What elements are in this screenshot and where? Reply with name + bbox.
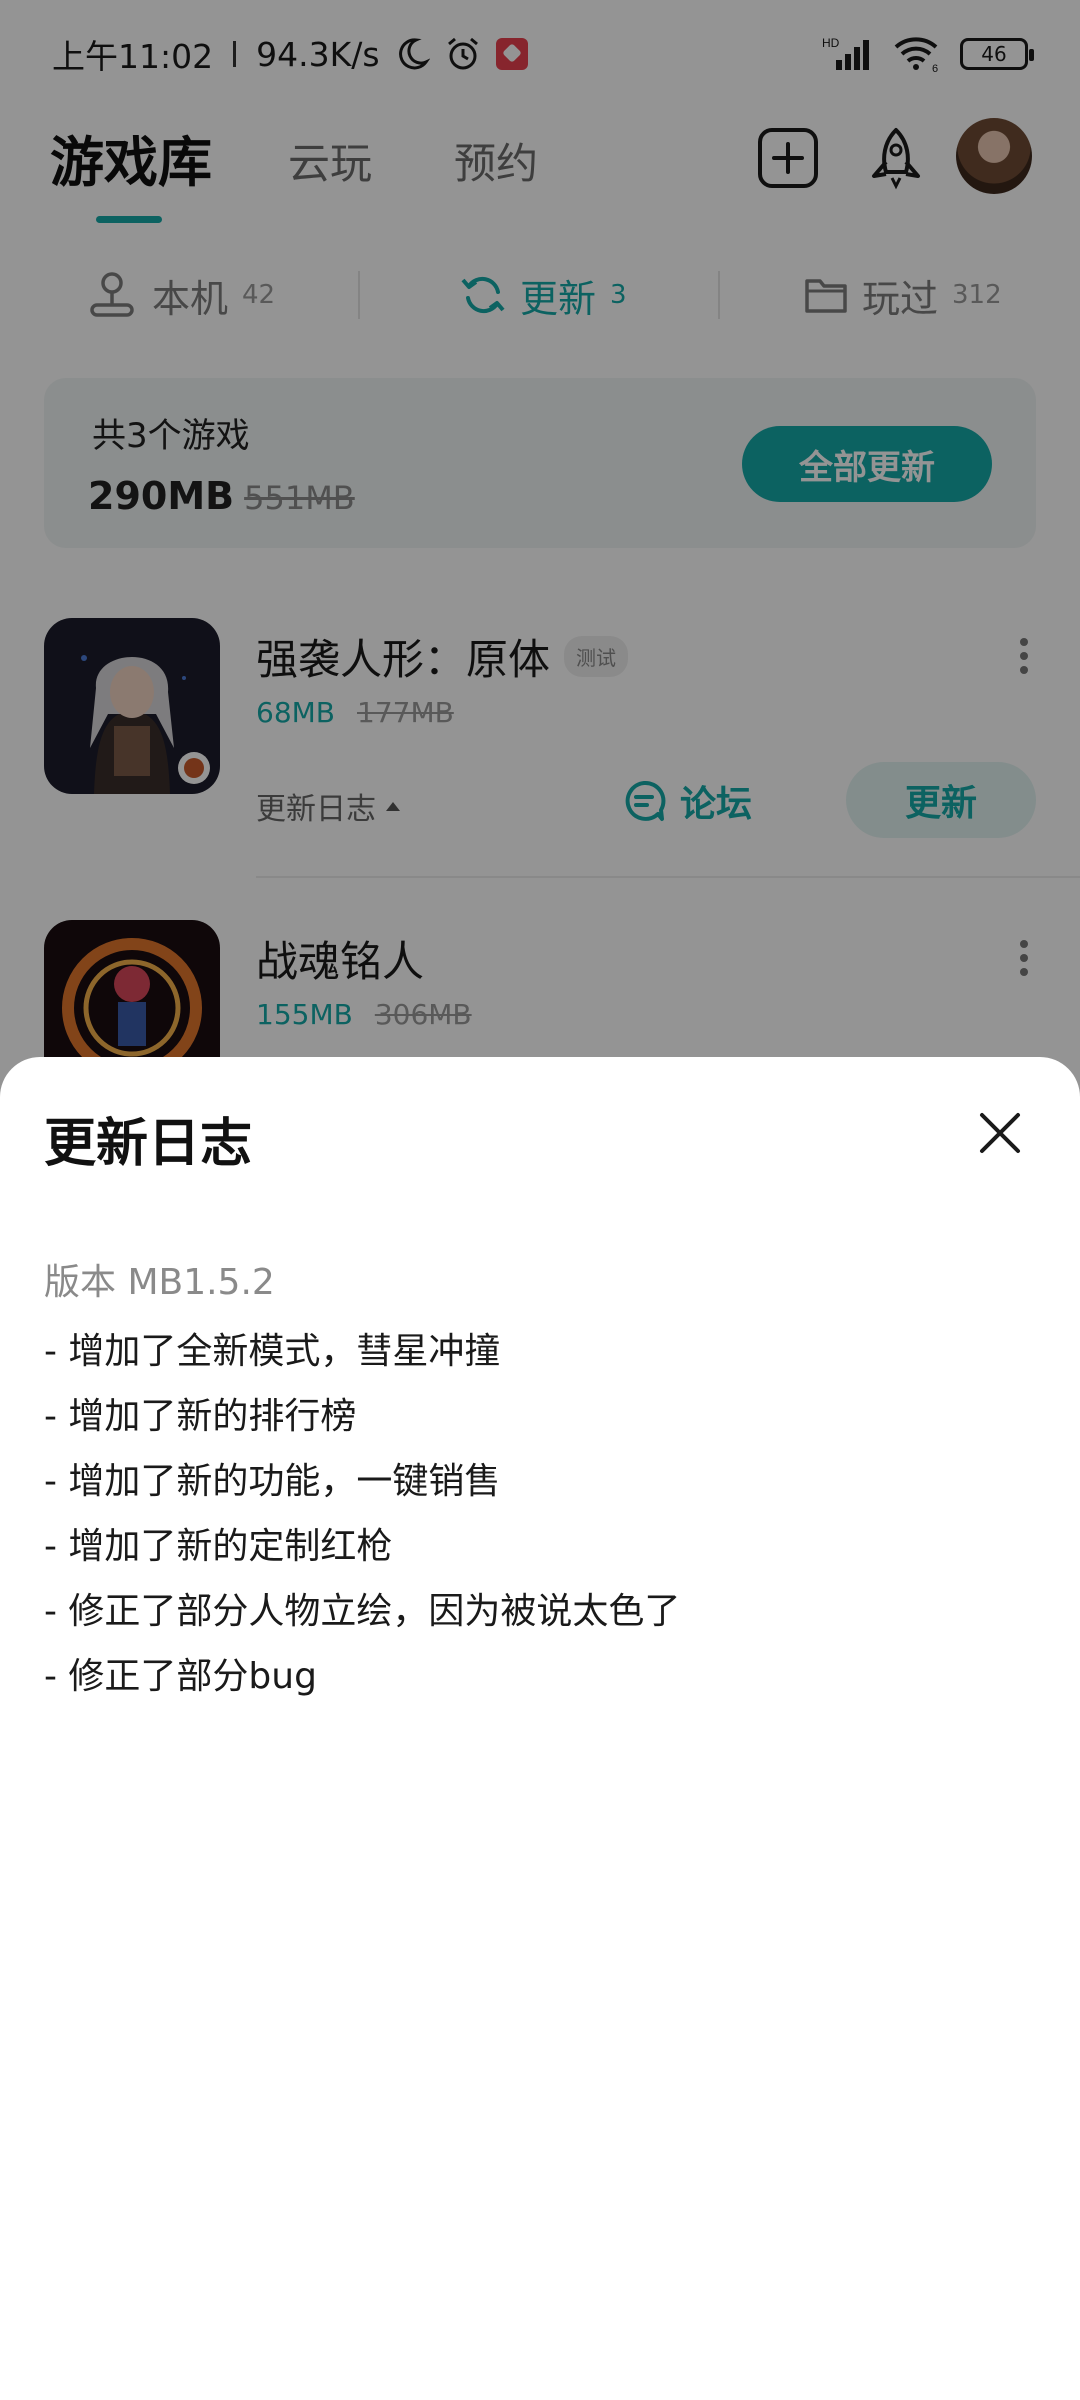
changelog-note: - 增加了新的功能，一键销售 bbox=[44, 1461, 501, 1502]
changelog-sheet: 更新日志 版本 MB1.5.2 - 增加了全新模式，彗星冲撞 - 增加了新的排行… bbox=[0, 1057, 1080, 2400]
changelog-note: - 增加了新的排行榜 bbox=[44, 1396, 357, 1437]
close-icon[interactable] bbox=[976, 1109, 1024, 1157]
changelog-note: - 增加了新的定制红枪 bbox=[44, 1526, 393, 1567]
changelog-notes: - 增加了全新模式，彗星冲撞 - 增加了新的排行榜 - 增加了新的功能，一键销售… bbox=[44, 1319, 680, 1709]
changelog-note: - 修正了部分人物立绘，因为被说太色了 bbox=[44, 1591, 681, 1632]
version-label: 版本 MB1.5.2 bbox=[44, 1262, 275, 1303]
changelog-note: - 增加了全新模式，彗星冲撞 bbox=[44, 1331, 501, 1372]
changelog-note: - 修正了部分bug bbox=[44, 1656, 317, 1697]
sheet-title: 更新日志 bbox=[44, 1114, 253, 1174]
